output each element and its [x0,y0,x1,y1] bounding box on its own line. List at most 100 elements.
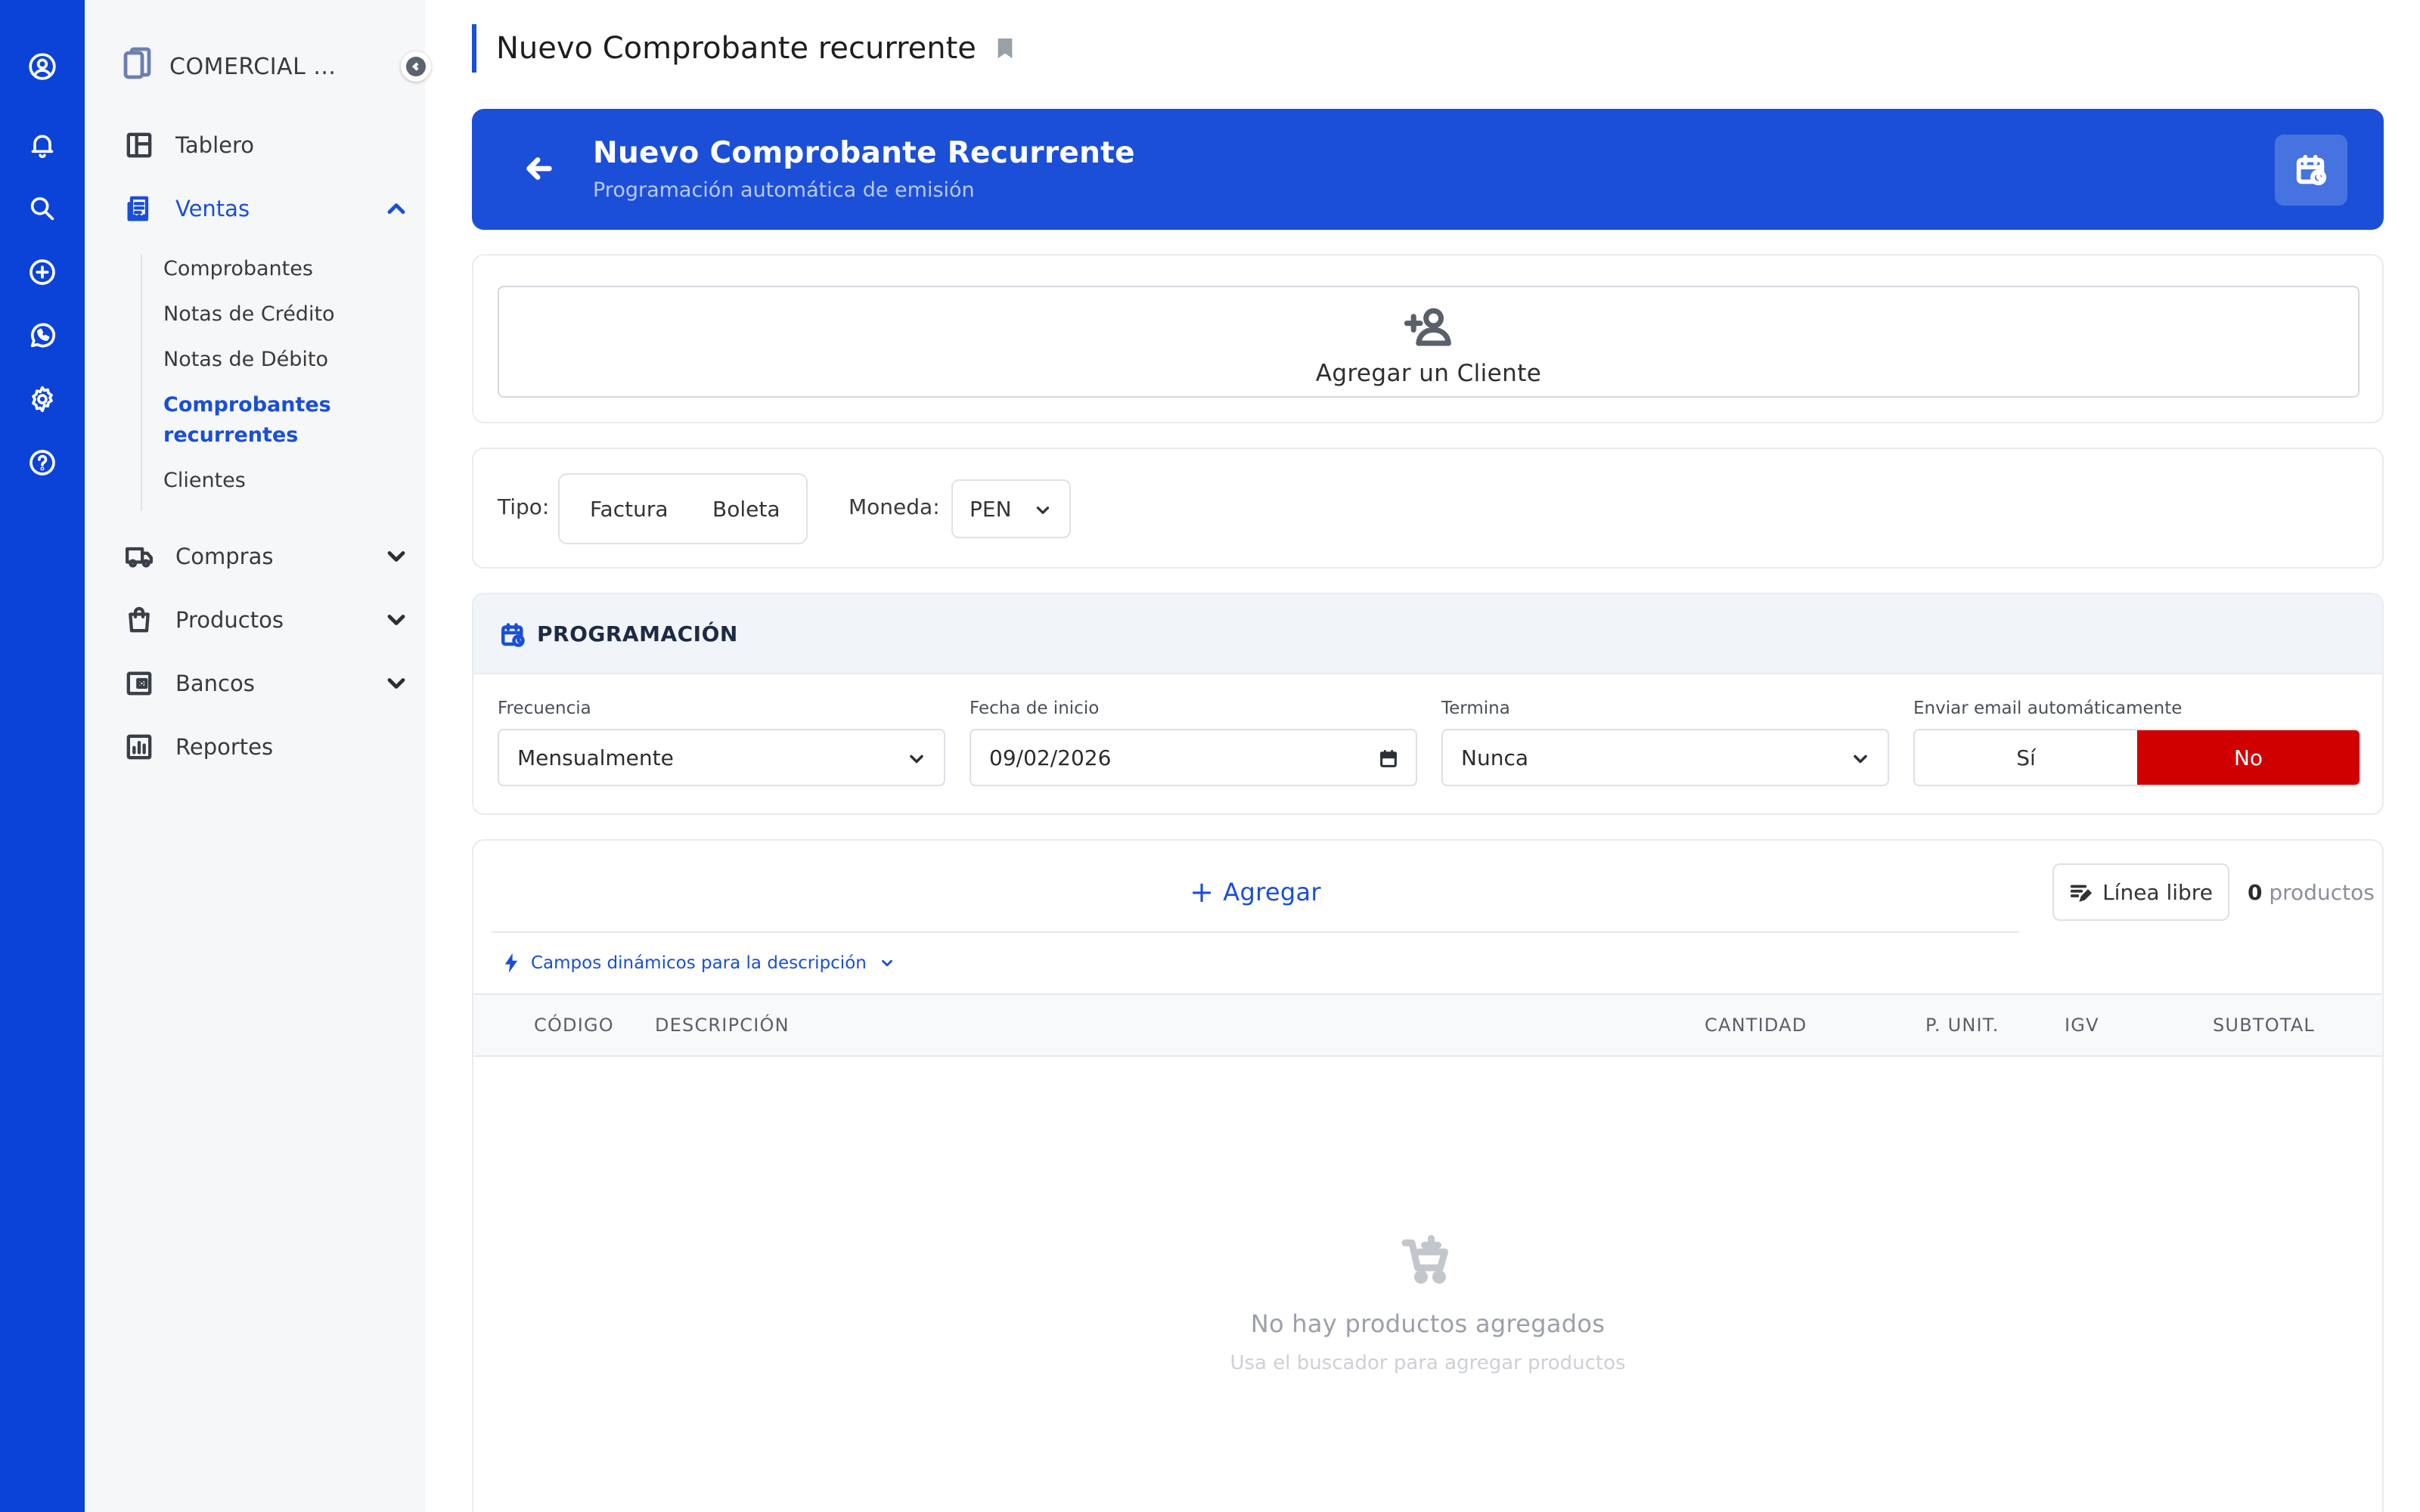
frequency-label: Frecuencia [498,699,591,718]
whatsapp-icon[interactable] [24,318,60,354]
sidebar-subitem-clientes[interactable]: Clientes [163,466,410,496]
dynamic-fields-toggle[interactable]: Campos dinámicos para la descripción [473,933,2382,995]
tipo-label: Tipo: [498,494,550,519]
currency-value: PEN [970,496,1012,522]
chevron-down-icon [383,670,410,702]
chevron-down-icon [1036,507,1050,514]
sidebar-subitem-notas-debito[interactable]: Notas de Débito [163,345,410,375]
free-line-button[interactable]: Línea libre [2052,863,2229,921]
email-label: Enviar email automáticamente [1913,699,2183,718]
sidebar-item-label: Ventas [175,196,250,222]
products-table-header: CÓDIGO DESCRIPCIÓN CANTIDAD P. UNIT. IGV… [473,995,2382,1057]
sidebar-item-label: Compras [175,544,274,569]
wallet-icon [123,667,156,700]
sidebar-item-reportes[interactable]: Reportes [123,726,410,768]
product-count-number: 0 [2248,880,2263,905]
company-name: COMERCIAL ... [169,53,337,80]
frequency-value: Mensualmente [517,745,674,770]
sidebar-item-productos[interactable]: Productos [123,599,410,641]
products-card: + Agregar Línea libre 0 productos Campos… [472,839,2384,1512]
dashboard-icon [123,129,156,162]
sidebar-item-label: Reportes [175,734,274,760]
sidebar-item-label: Bancos [175,671,255,696]
email-toggle: Sí No [1913,729,2361,786]
column-header-cantidad: CANTIDAD [1705,1015,1807,1036]
email-yes-option[interactable]: Sí [1915,730,2137,785]
back-arrow-icon[interactable] [522,151,557,189]
sidebar-item-bancos[interactable]: Bancos [123,662,410,705]
ends-label: Termina [1441,699,1510,718]
type-currency-card: Tipo: Factura Boleta Moneda: PEN [472,448,2384,569]
client-card: Agregar un Cliente [472,254,2384,423]
help-icon[interactable] [24,445,60,481]
sidebar-item-ventas[interactable]: Ventas [123,187,410,230]
bar-chart-icon [123,730,156,764]
calendar-icon[interactable] [1378,748,1399,770]
schedule-title: PROGRAMACIÓN [537,621,738,646]
icon-rail [0,0,85,1512]
add-cart-icon [1401,1235,1448,1284]
search-icon[interactable] [24,191,60,227]
product-count: 0 productos [2248,880,2375,905]
collapse-sidebar-button[interactable] [401,51,431,82]
empty-state: No hay productos agregados Usa el buscad… [473,1234,2382,1374]
add-product-button[interactable]: + Agregar [492,853,2019,933]
type-option-boleta[interactable]: Boleta [712,497,780,522]
schedule-card: PROGRAMACIÓN Frecuencia Mensualmente Fec… [472,593,2384,815]
chevron-down-icon [383,543,410,575]
email-field: Enviar email automáticamente Sí No [1913,699,2361,786]
type-option-factura[interactable]: Factura [590,497,668,522]
column-header-codigo: CÓDIGO [534,1015,614,1036]
product-count-unit: productos [2269,880,2375,905]
currency-select[interactable]: PEN [951,479,1071,538]
bolt-icon [504,953,518,973]
sidebar-item-compras[interactable]: Compras [123,535,410,578]
company-selector[interactable]: COMERCIAL ... [123,44,428,89]
add-circle-icon[interactable] [24,254,60,290]
moneda-label: Moneda: [849,494,940,519]
document-type-segment: Factura Boleta [558,473,808,544]
chevron-up-icon [383,195,410,228]
sidebar-item-label: Tablero [175,132,255,158]
chevron-down-icon [383,606,410,639]
edit-lines-icon [2070,885,2093,902]
page-header: Nuevo Comprobante recurrente [472,24,1014,73]
banner-subtitle: Programación automática de emisión [593,178,975,202]
start-date-field: Fecha de inicio 09/02/2026 [970,699,1417,786]
sidebar-subitem-comprobantes[interactable]: Comprobantes [163,254,410,284]
ends-select[interactable]: Nunca [1441,729,1889,786]
truck-icon [123,540,156,573]
email-no-option[interactable]: No [2137,730,2360,785]
start-date-input[interactable]: 09/02/2026 [970,729,1417,786]
gear-icon[interactable] [24,381,60,417]
empty-title: No hay productos agregados [1250,1309,1606,1338]
column-header-igv: IGV [2065,1015,2099,1036]
sidebar: COMERCIAL ... Tablero Ventas Comprobante… [85,0,431,1512]
free-line-label: Línea libre [2102,879,2213,905]
start-date-value: 09/02/2026 [989,745,1112,770]
ends-value: Nunca [1461,745,1528,770]
column-header-descripcion: DESCRIPCIÓN [655,1015,790,1036]
bookmark-icon[interactable] [996,37,1014,60]
chevron-down-icon [910,754,923,764]
frequency-select[interactable]: Mensualmente [498,729,945,786]
start-date-label: Fecha de inicio [970,699,1100,718]
calendar-clock-icon [501,623,525,647]
add-client-button[interactable]: Agregar un Cliente [498,286,2360,398]
sidebar-subitem-notas-credito[interactable]: Notas de Crédito [163,299,410,330]
add-person-icon [1404,308,1451,346]
ventas-submenu: Comprobantes Notas de Crédito Notas de D… [141,254,410,511]
bell-icon[interactable] [24,127,60,163]
schedule-calendar-button[interactable] [2275,135,2347,206]
add-client-label: Agregar un Cliente [1315,360,1542,387]
ends-field: Termina Nunca [1441,699,1889,786]
account-icon[interactable] [24,48,60,85]
sidebar-item-tablero[interactable]: Tablero [123,124,410,166]
chevron-down-icon [1854,754,1867,764]
chevron-down-icon [881,959,892,967]
shopping-bag-icon [123,603,156,637]
column-header-subtotal: SUBTOTAL [2213,1015,2316,1036]
banner-title: Nuevo Comprobante Recurrente [593,136,1135,170]
sidebar-subitem-comprobantes-recurrentes[interactable]: Comprobantes recurrentes [163,390,337,451]
page-title: Nuevo Comprobante recurrente [496,31,976,66]
